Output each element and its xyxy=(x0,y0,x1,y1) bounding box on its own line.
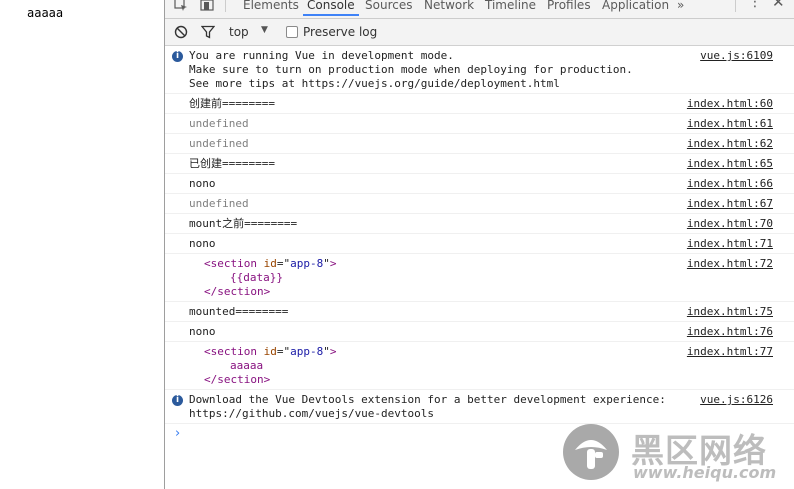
tabbar-divider xyxy=(735,0,736,12)
console-message: undefined index.html:62 xyxy=(165,134,794,154)
console-message: nono index.html:66 xyxy=(165,174,794,194)
source-link[interactable]: vue.js:6126 xyxy=(700,393,773,407)
preserve-log-label[interactable]: Preserve log xyxy=(303,25,377,39)
console-message: <section id="app-8"> aaaaa </section> index… xyxy=(165,342,794,390)
console-message: undefined index.html:67 xyxy=(165,194,794,214)
tag-bracket: > xyxy=(329,345,337,358)
tag-bracket: </ xyxy=(204,285,218,298)
page-content-text: aaaaa xyxy=(27,6,64,20)
console-message: mount之前======== index.html:70 xyxy=(165,214,794,234)
tab-profiles[interactable]: Profiles xyxy=(547,0,591,12)
console-message: 创建前======== index.html:60 xyxy=(165,94,794,114)
tag-bracket: < xyxy=(204,257,211,270)
attr-eq: =" xyxy=(276,345,291,358)
devtools-panel: Elements Console Sources Network Timelin… xyxy=(164,0,794,489)
console-message: nono index.html:76 xyxy=(165,322,794,342)
dom-node-close-tag[interactable]: </section> xyxy=(189,373,794,387)
tag-name: section xyxy=(217,373,264,386)
source-link[interactable]: index.html:67 xyxy=(687,197,773,211)
tabbar-divider xyxy=(225,0,226,12)
source-link[interactable]: index.html:76 xyxy=(687,325,773,339)
tag-bracket: > xyxy=(263,373,271,386)
tab-application[interactable]: Application xyxy=(602,0,669,12)
tag-bracket: < xyxy=(204,345,211,358)
source-link[interactable]: index.html:62 xyxy=(687,137,773,151)
source-link[interactable]: index.html:72 xyxy=(687,257,773,271)
dom-node-content: aaaaa xyxy=(230,359,264,372)
console-message: i You are running Vue in development mode… xyxy=(165,46,794,94)
tab-elements[interactable]: Elements xyxy=(243,0,299,12)
attr-name: id xyxy=(263,345,277,358)
attr-name: id xyxy=(263,257,277,270)
attr-quote: " xyxy=(323,345,330,358)
tag-bracket: > xyxy=(263,285,271,298)
clear-console-icon[interactable] xyxy=(174,25,188,42)
inspect-element-icon[interactable] xyxy=(174,0,188,15)
dom-node-close-tag[interactable]: </section> xyxy=(189,285,794,299)
watermark-url: www.heiqu.com xyxy=(633,463,777,482)
source-link[interactable]: vue.js:6109 xyxy=(700,49,773,63)
source-link[interactable]: index.html:61 xyxy=(687,117,773,131)
tag-name: section xyxy=(217,285,264,298)
tag-name: section xyxy=(210,345,257,358)
console-messages: i You are running Vue in development mode… xyxy=(165,46,794,444)
console-message: <section id="app-8"> {{data}} </section> in… xyxy=(165,254,794,302)
source-link[interactable]: index.html:75 xyxy=(687,305,773,319)
more-tabs-icon[interactable]: » xyxy=(677,0,684,12)
message-line: See more tips at https://vuejs.org/guide… xyxy=(189,77,560,90)
tab-timeline[interactable]: Timeline xyxy=(485,0,536,12)
close-devtools-icon[interactable]: ✕ xyxy=(772,0,785,11)
tab-console[interactable]: Console xyxy=(303,0,359,16)
console-message: undefined index.html:61 xyxy=(165,114,794,134)
tab-sources[interactable]: Sources xyxy=(365,0,412,12)
context-selector[interactable]: top xyxy=(229,25,249,39)
console-message: 已创建======== index.html:65 xyxy=(165,154,794,174)
source-link[interactable]: index.html:66 xyxy=(687,177,773,191)
tag-bracket: > xyxy=(329,257,337,270)
console-toolbar: top ▼ Preserve log xyxy=(165,19,794,46)
attr-value: app-8 xyxy=(290,345,324,358)
tag-name: section xyxy=(210,257,257,270)
message-line: Make sure to turn on production mode whe… xyxy=(189,63,633,76)
source-link[interactable]: index.html:71 xyxy=(687,237,773,251)
watermark: 黑区网络 www.heiqu.com xyxy=(561,418,791,486)
preserve-log-checkbox[interactable] xyxy=(286,26,298,38)
info-icon: i xyxy=(172,395,183,406)
source-link[interactable]: index.html:70 xyxy=(687,217,773,231)
watermark-logo-icon xyxy=(563,424,619,480)
devtools-tabbar: Elements Console Sources Network Timelin… xyxy=(165,0,794,19)
tag-bracket: </ xyxy=(204,373,218,386)
source-link[interactable]: index.html:65 xyxy=(687,157,773,171)
device-mode-icon[interactable] xyxy=(200,0,214,15)
console-message: nono index.html:71 xyxy=(165,234,794,254)
info-icon: i xyxy=(172,51,183,62)
source-link[interactable]: index.html:60 xyxy=(687,97,773,111)
attr-value: app-8 xyxy=(290,257,324,270)
chevron-down-icon[interactable]: ▼ xyxy=(261,25,268,35)
tab-network[interactable]: Network xyxy=(424,0,474,12)
customize-menu-icon[interactable]: ⋮ xyxy=(748,0,762,10)
source-link[interactable]: index.html:77 xyxy=(687,345,773,359)
attr-quote: " xyxy=(323,257,330,270)
console-message: mounted======== index.html:75 xyxy=(165,302,794,322)
dom-node-content: {{data}} xyxy=(230,271,283,284)
filter-icon[interactable] xyxy=(200,25,216,42)
attr-eq: =" xyxy=(276,257,291,270)
